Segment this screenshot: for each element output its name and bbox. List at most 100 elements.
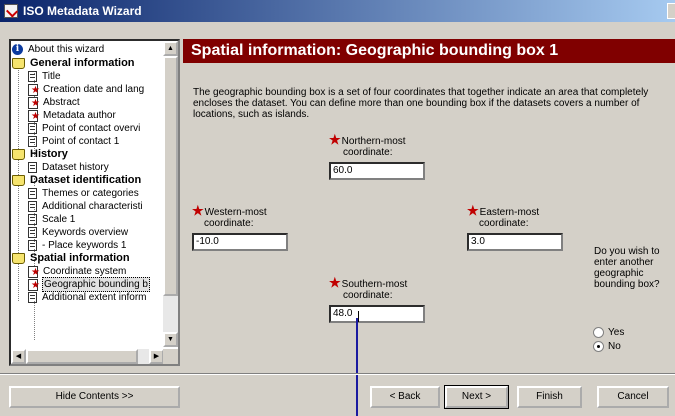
tree-item[interactable]: Keywords overview — [28, 226, 129, 239]
document-icon — [28, 136, 37, 147]
tree-item[interactable]: Title — [28, 70, 62, 83]
scroll-left-icon[interactable]: ◀ — [11, 349, 26, 364]
scroll-corner — [163, 349, 178, 364]
scroll-thumb[interactable] — [163, 56, 178, 296]
tree-item-label: Dataset history — [42, 162, 109, 173]
tree-vertical-scrollbar[interactable]: ▲ ▼ — [163, 41, 178, 347]
tree-item-label: Abstract — [43, 97, 80, 108]
tree-item-label: Creation date and lang — [43, 84, 145, 95]
north-label: ★Northern-most coordinate: — [329, 132, 406, 158]
tree-item[interactable]: Point of contact 1 — [28, 135, 120, 148]
tree-item[interactable]: Creation date and lang — [28, 83, 145, 96]
document-icon — [28, 214, 37, 225]
tree-item[interactable]: History — [12, 148, 69, 161]
horizontal-scroll-thumb[interactable] — [26, 349, 138, 364]
scroll-up-icon[interactable]: ▲ — [163, 41, 178, 56]
tree-item[interactable]: Themes or categories — [28, 187, 140, 200]
yes-radio-option[interactable]: Yes — [593, 327, 624, 338]
tree-item[interactable]: Dataset history — [28, 161, 110, 174]
required-star-icon: ★ — [192, 203, 204, 218]
title-bar-button-edge[interactable] — [667, 3, 675, 19]
document-icon — [28, 240, 37, 251]
required-document-icon — [28, 83, 40, 96]
tree-item[interactable]: Spatial information — [12, 252, 131, 265]
tree-item-label: General information — [30, 57, 135, 69]
tree-items: i About this wizard General information Tit… — [11, 41, 164, 347]
tree-item[interactable]: Additional extent inform — [28, 291, 148, 304]
document-icon — [28, 292, 37, 303]
back-button[interactable]: < Back — [370, 386, 440, 408]
east-coordinate-input[interactable]: 3.0 — [467, 233, 563, 251]
tree-item[interactable]: Scale 1 — [28, 213, 76, 226]
tree-item-label: About this wizard — [28, 44, 105, 55]
yes-radio-label: Yes — [608, 327, 625, 338]
tree-horizontal-scrollbar[interactable]: ◀ ▶ — [11, 349, 164, 364]
required-star-icon: ★ — [329, 275, 341, 290]
tree-item[interactable]: Point of contact overvi — [28, 122, 141, 135]
tree-item[interactable]: - Place keywords 1 — [28, 239, 127, 252]
tree-item-label: Metadata author — [43, 110, 116, 121]
tree-item-label: Point of contact overvi — [42, 123, 141, 134]
tree-item[interactable]: i About this wizard — [12, 43, 105, 56]
required-document-icon — [28, 96, 40, 109]
tree-guide-line — [34, 298, 35, 340]
no-radio-option[interactable]: No — [593, 341, 621, 352]
south-coordinate-input[interactable]: 48.0 — [329, 305, 425, 323]
tree-item-label: Additional extent inform — [42, 292, 147, 303]
contents-tree[interactable]: i About this wizard General information Tit… — [9, 39, 180, 366]
south-label: ★Southern-most coordinate: — [329, 275, 408, 301]
tree-item-label: History — [30, 148, 68, 160]
document-icon — [28, 188, 37, 199]
tree-item-label: Dataset identification — [30, 174, 142, 186]
book-icon — [12, 58, 25, 69]
required-star-icon: ★ — [329, 132, 341, 147]
required-document-icon — [28, 278, 40, 291]
mouse-pointer-line — [356, 318, 358, 416]
window-title: ISO Metadata Wizard — [23, 4, 142, 18]
hide-contents-button[interactable]: Hide Contents >> — [9, 386, 180, 408]
tree-item[interactable]: Additional characteristi — [28, 200, 144, 213]
scroll-right-icon[interactable]: ▶ — [149, 349, 164, 364]
another-box-question: Do you wish to enter another geographic … — [594, 246, 660, 290]
yes-radio-button[interactable] — [593, 327, 604, 338]
tree-item[interactable]: Dataset identification — [12, 174, 142, 187]
tree-item-label: Keywords overview — [42, 227, 129, 238]
scroll-down-icon[interactable]: ▼ — [163, 332, 178, 347]
cancel-button[interactable]: Cancel — [597, 386, 669, 408]
document-icon — [28, 162, 37, 173]
west-label: ★Western-most coordinate: — [192, 203, 267, 229]
tree-item-label: Geographic bounding b — [42, 277, 150, 292]
tree-item[interactable]: General information — [12, 57, 136, 70]
app-icon — [4, 4, 18, 18]
next-button[interactable]: Next > — [444, 385, 509, 409]
finish-button[interactable]: Finish — [517, 386, 582, 408]
info-icon: i — [12, 44, 23, 55]
west-coordinate-input[interactable]: -10.0 — [192, 233, 288, 251]
tree-item-label: Spatial information — [30, 252, 130, 264]
page-description: The geographic bounding box is a set of … — [193, 87, 649, 120]
tree-item-label: Additional characteristi — [42, 201, 143, 212]
text-caret — [358, 311, 359, 322]
book-icon — [12, 175, 25, 186]
no-radio-label: No — [608, 341, 621, 352]
tree-item[interactable]: Geographic bounding b — [28, 277, 150, 292]
window-title-bar[interactable]: ISO Metadata Wizard — [0, 0, 675, 22]
tree-item-label: Scale 1 — [42, 214, 76, 225]
tree-item-label: Title — [42, 71, 61, 82]
document-icon — [28, 123, 37, 134]
tree-item[interactable]: Abstract — [28, 96, 81, 109]
no-radio-button[interactable] — [593, 341, 604, 352]
required-document-icon — [28, 109, 40, 122]
tree-item[interactable]: Metadata author — [28, 109, 117, 122]
tree-item-label: - Place keywords 1 — [42, 240, 127, 251]
required-star-icon: ★ — [467, 203, 479, 218]
tree-item-label: Point of contact 1 — [42, 136, 120, 147]
page-heading: Spatial information: Geographic bounding… — [183, 39, 675, 63]
north-coordinate-input[interactable]: 60.0 — [329, 162, 425, 180]
east-label: ★Eastern-most coordinate: — [467, 203, 540, 229]
document-icon — [28, 227, 37, 238]
tree-item-label: Themes or categories — [42, 188, 139, 199]
book-icon — [12, 149, 25, 160]
document-icon — [28, 201, 37, 212]
book-icon — [12, 253, 25, 264]
